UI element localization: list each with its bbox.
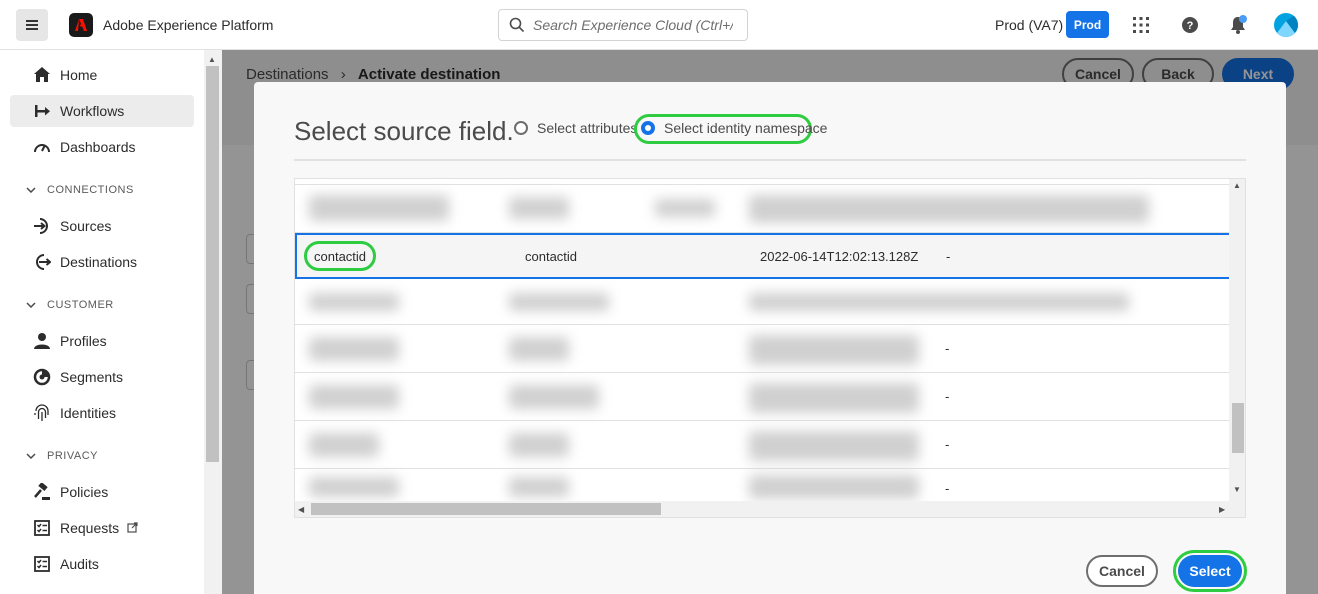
radio-select-attributes[interactable]: Select attributes xyxy=(514,120,637,136)
menu-toggle-button[interactable] xyxy=(16,9,48,41)
nav-item-sources[interactable]: Sources xyxy=(10,210,194,242)
row-description: - xyxy=(945,389,950,404)
radio-button-selected-icon xyxy=(641,121,655,135)
table-row[interactable]: - xyxy=(295,373,1231,421)
radio-select-identity-namespace[interactable]: Select identity namespace xyxy=(641,120,827,136)
nav-label: Dashboards xyxy=(60,139,136,155)
namespace-table: contactid contactid 2022-06-14T12:02:13.… xyxy=(294,178,1246,518)
nav-label: Policies xyxy=(60,484,109,500)
row-identity-symbol: contactid xyxy=(525,249,578,264)
select-source-field-dialog: Select source field. Select attributes S… xyxy=(254,82,1286,594)
search-box[interactable] xyxy=(498,9,748,41)
nav-item-destinations[interactable]: Destinations xyxy=(10,246,194,278)
table-row[interactable] xyxy=(295,185,1231,233)
nav-label: Identities xyxy=(60,405,117,421)
hamburger-icon xyxy=(26,24,38,26)
dialog-title: Select source field. xyxy=(294,116,514,146)
dialog-cancel-button[interactable]: Cancel xyxy=(1086,555,1158,587)
row-description: - xyxy=(946,249,951,264)
nav-label: Destinations xyxy=(60,254,138,270)
nav-label: Sources xyxy=(60,218,112,234)
nav-label: Workflows xyxy=(60,103,125,119)
org-switcher[interactable]: Prod (VA7) xyxy=(995,17,1063,33)
scroll-down-arrow[interactable]: ▼ xyxy=(1233,485,1241,494)
table-vertical-scrollbar[interactable]: ▲ ▼ xyxy=(1229,179,1245,501)
row-description: - xyxy=(945,437,950,452)
destinations-icon xyxy=(32,252,52,272)
external-link-icon xyxy=(127,520,138,536)
requests-icon xyxy=(32,518,52,538)
nav-item-policies[interactable]: Policies xyxy=(10,476,194,508)
segments-icon xyxy=(32,367,52,387)
nav-item-identities[interactable]: Identities xyxy=(10,397,194,429)
top-bar: Adobe Experience Platform Prod (VA7) Pro… xyxy=(0,0,1318,50)
nav-label: Requests xyxy=(60,520,120,536)
workflows-icon xyxy=(32,101,52,121)
nav-item-requests[interactable]: Requests xyxy=(10,512,194,544)
row-description: - xyxy=(945,481,950,496)
chevron-down-icon xyxy=(26,453,36,459)
left-nav: Home Workflows Dashboards CONNECTIONS So… xyxy=(0,50,204,594)
user-avatar[interactable] xyxy=(1274,13,1298,37)
row-created-date: 2022-06-14T12:02:13.128Z xyxy=(760,249,919,264)
sidebar-scroll-thumb[interactable] xyxy=(206,66,219,462)
help-icon[interactable]: ? xyxy=(1179,14,1201,36)
table-horizontal-scrollbar[interactable]: ◀ ▶ xyxy=(295,501,1245,517)
nav-item-home[interactable]: Home xyxy=(10,59,194,91)
nav-item-segments[interactable]: Segments xyxy=(10,361,194,393)
nav-label: Audits xyxy=(60,556,99,572)
chevron-down-icon xyxy=(26,187,36,193)
nav-item-workflows[interactable]: Workflows xyxy=(10,95,194,127)
table-row[interactable]: - xyxy=(295,325,1231,373)
search-input[interactable] xyxy=(533,17,733,33)
dialog-select-button[interactable]: Select xyxy=(1178,555,1242,587)
table-row[interactable]: - xyxy=(295,421,1231,469)
nav-label: Profiles xyxy=(60,333,107,349)
scroll-right-arrow[interactable]: ▶ xyxy=(1219,505,1225,514)
nav-item-dashboards[interactable]: Dashboards xyxy=(10,131,194,163)
apps-grid-icon[interactable] xyxy=(1130,14,1152,36)
nav-label: Segments xyxy=(60,369,124,385)
scroll-up-arrow[interactable]: ▲ xyxy=(208,55,216,64)
home-icon xyxy=(32,65,52,85)
nav-label: Home xyxy=(60,67,98,83)
gavel-icon xyxy=(32,482,52,502)
app-title[interactable]: Adobe Experience Platform xyxy=(103,17,273,33)
adobe-logo[interactable] xyxy=(69,13,93,37)
fingerprint-icon xyxy=(32,403,52,423)
scroll-left-arrow[interactable]: ◀ xyxy=(298,505,304,514)
audits-icon xyxy=(32,554,52,574)
section-customer[interactable]: CUSTOMER xyxy=(26,299,114,311)
svg-text:?: ? xyxy=(1187,20,1194,32)
section-connections[interactable]: CONNECTIONS xyxy=(26,184,134,196)
nav-item-audits[interactable]: Audits xyxy=(10,548,194,580)
dashboards-icon xyxy=(32,137,52,157)
scroll-up-arrow[interactable]: ▲ xyxy=(1233,181,1241,190)
section-privacy[interactable]: PRIVACY xyxy=(26,450,98,462)
radio-button-icon xyxy=(514,121,528,135)
search-icon xyxy=(509,17,525,33)
chevron-down-icon xyxy=(26,302,36,308)
row-description: - xyxy=(945,341,950,356)
dialog-divider xyxy=(294,159,1246,161)
table-vertical-scroll-thumb[interactable] xyxy=(1232,403,1244,453)
table-row[interactable] xyxy=(295,279,1231,325)
profile-icon xyxy=(32,331,52,351)
sources-icon xyxy=(32,216,52,236)
table-row-selected[interactable]: contactid contactid 2022-06-14T12:02:13.… xyxy=(295,233,1231,279)
notifications-bell-icon[interactable] xyxy=(1227,14,1249,36)
table-horizontal-scroll-thumb[interactable] xyxy=(311,503,661,515)
sandbox-badge[interactable]: Prod xyxy=(1066,11,1109,38)
row-display-name: contactid xyxy=(314,249,367,264)
nav-item-profiles[interactable]: Profiles xyxy=(10,325,194,357)
